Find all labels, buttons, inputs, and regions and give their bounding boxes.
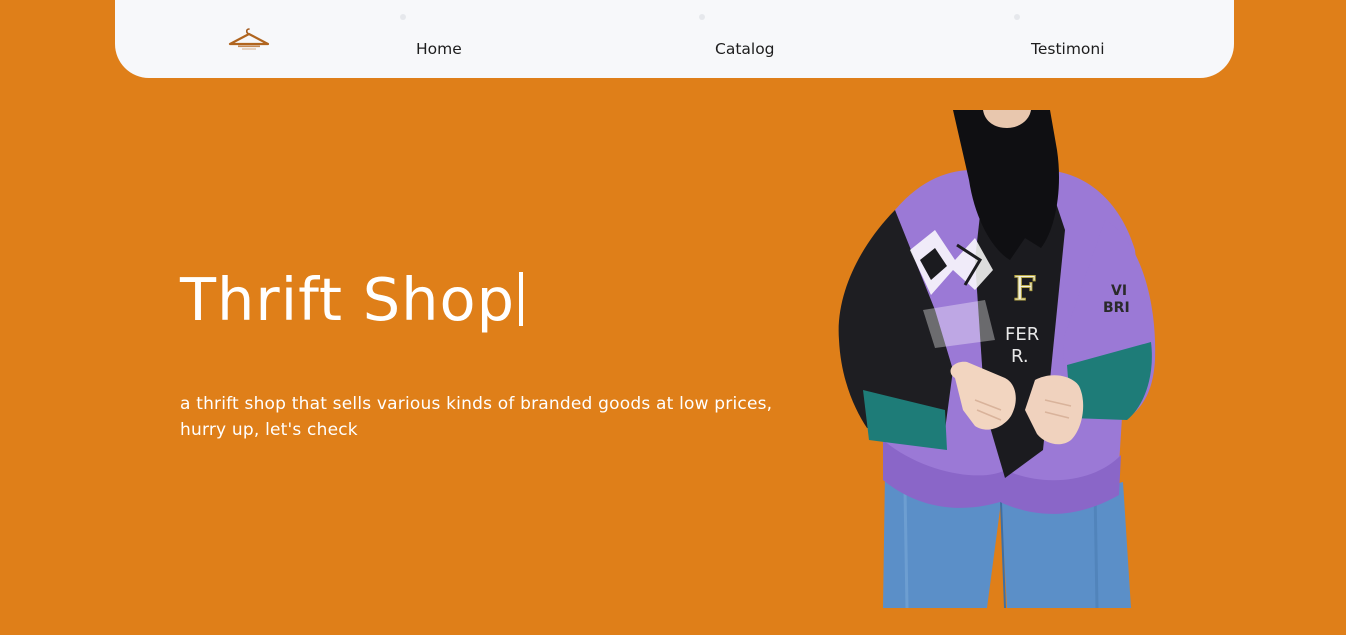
hanger-icon [228,28,270,50]
nav-link-catalog[interactable]: Catalog [715,39,775,59]
svg-text:R.: R. [1011,346,1029,367]
hero-title-text: Thrift Shop [180,265,516,334]
nav-dot-indicator [400,14,406,20]
hanger-logo-icon[interactable] [227,26,271,52]
person-wearing-vintage-sweater-photo-icon: F FER R. VI BRI [838,110,1156,609]
svg-text:F: F [1013,269,1037,309]
hero-subtitle: a thrift shop that sells various kinds o… [180,394,773,440]
typing-caret [519,272,524,326]
navbar: Home Catalog Testimoni [115,0,1234,78]
nav-dot-indicator [1014,14,1020,20]
svg-text:VI: VI [1111,283,1127,299]
svg-text:BRI: BRI [1103,300,1130,316]
hero-title: Thrift Shop [180,262,524,338]
nav-link-home[interactable]: Home [416,39,462,59]
svg-text:FER: FER [1005,324,1039,345]
product-model-image: F FER R. VI BRI [835,110,1165,609]
nav-link-testimoni[interactable]: Testimoni [1031,39,1105,59]
nav-dot-indicator [699,14,705,20]
